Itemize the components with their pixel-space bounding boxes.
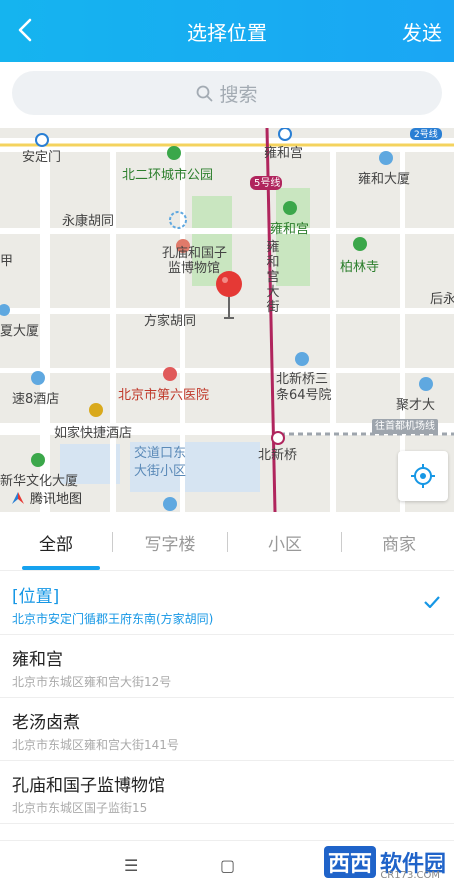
crosshair-icon xyxy=(411,464,435,488)
map-label: 后永 xyxy=(430,292,454,307)
map-label: 柏林寺 xyxy=(340,260,380,275)
map-label: 孔庙和国子 xyxy=(162,246,228,261)
place-list: [位置] 北京市安定门循郡王府东南(方家胡同) 雍和宫 北京市东城区雍和宫大街1… xyxy=(0,572,454,824)
map-label: 北新桥 xyxy=(258,448,298,463)
watermark-text: 西西 xyxy=(323,846,376,878)
active-tab-indicator xyxy=(22,566,100,570)
map-label: 北二环城市公园 xyxy=(122,168,214,183)
search-placeholder: 搜索 xyxy=(219,83,258,106)
map-label: 夏大厦 xyxy=(0,324,40,339)
place-name: 老汤卤煮 xyxy=(12,713,80,733)
search-icon xyxy=(197,85,213,101)
tab-office[interactable]: 写字楼 xyxy=(114,530,226,555)
list-item[interactable]: 孔庙和国子监博物馆 北京市东城区国子监街15 xyxy=(0,761,454,824)
map-label: 甲 xyxy=(0,254,14,269)
place-address: 北京市东城区雍和宫大街141号 xyxy=(12,738,179,752)
place-name: [位置] xyxy=(12,587,60,607)
metro-line-badge: 5号线 xyxy=(254,178,281,189)
map-label: 雍和宫 xyxy=(270,222,310,237)
search-bar-area: 搜索 xyxy=(0,62,454,128)
home-icon[interactable]: ▢ xyxy=(220,856,235,875)
locate-me-button[interactable] xyxy=(398,451,448,501)
tab-residential[interactable]: 小区 xyxy=(229,530,341,555)
map-label: 速8酒店 xyxy=(12,392,60,407)
place-address: 北京市安定门循郡王府东南(方家胡同) xyxy=(12,612,214,626)
map-label: 雍和宫 xyxy=(264,146,304,161)
menu-icon[interactable]: ☰ xyxy=(124,856,138,875)
place-name: 孔庙和国子监博物馆 xyxy=(12,776,165,796)
map-label: 雍和大厦 xyxy=(358,172,411,187)
map-label: 监博物馆 xyxy=(168,261,221,276)
tab-merchants[interactable]: 商家 xyxy=(343,530,454,555)
map-provider-brand: 腾讯地图 xyxy=(10,488,82,507)
location-pin-icon xyxy=(216,271,242,319)
map-label: 往首都机场线 xyxy=(372,419,438,434)
tab-divider xyxy=(341,532,342,552)
map-label: 雍和宫大街 xyxy=(266,240,280,315)
map-label: 条64号院 xyxy=(276,388,332,403)
list-item[interactable]: 雍和宫 北京市东城区雍和宫大街12号 xyxy=(0,635,454,698)
place-address: 北京市东城区国子监街15 xyxy=(12,801,148,815)
tab-all[interactable]: 全部 xyxy=(0,530,112,555)
app-header: 选择位置 发送 xyxy=(0,0,454,62)
map-label: 交道口东 xyxy=(134,446,187,461)
search-input[interactable]: 搜索 xyxy=(12,71,442,115)
place-name: 雍和宫 xyxy=(12,650,63,670)
watermark: 西西 软件园 CR173.COM xyxy=(323,844,446,881)
list-item[interactable]: [位置] 北京市安定门循郡王府东南(方家胡同) xyxy=(0,572,454,635)
map-label: 北京市第六医院 xyxy=(118,388,210,403)
brand-label: 腾讯地图 xyxy=(30,492,83,507)
category-tabs: 全部 写字楼 小区 商家 xyxy=(0,512,454,571)
checkmark-icon xyxy=(424,596,440,608)
map-label: 安定门 xyxy=(22,150,62,165)
map-label: 新华文化大厦 xyxy=(0,474,79,489)
map-label: 聚才大 xyxy=(396,398,436,413)
map-label: 如家快捷酒店 xyxy=(54,426,133,441)
tab-divider xyxy=(227,532,228,552)
tab-divider xyxy=(112,532,113,552)
place-address: 北京市东城区雍和宫大街12号 xyxy=(12,675,172,689)
list-item[interactable]: 老汤卤煮 北京市东城区雍和宫大街141号 xyxy=(0,698,454,761)
page-title: 选择位置 xyxy=(187,21,267,45)
map-label: 北新桥三 xyxy=(276,372,329,387)
send-button[interactable]: 发送 xyxy=(402,17,442,46)
metro-line-badge: 2号线 xyxy=(414,130,438,140)
map-label: 方家胡同 xyxy=(144,314,197,329)
map-label: 永康胡同 xyxy=(62,214,115,229)
watermark-domain: CR173.COM xyxy=(380,870,440,881)
map-view[interactable]: 安定门 雍和宫 北二环城市公园 5号线 2号线 雍和大厦 永康胡同 孔庙和国子 … xyxy=(0,128,454,512)
tencent-map-logo-icon xyxy=(12,491,24,504)
map-label: 大街小区 xyxy=(134,464,187,479)
